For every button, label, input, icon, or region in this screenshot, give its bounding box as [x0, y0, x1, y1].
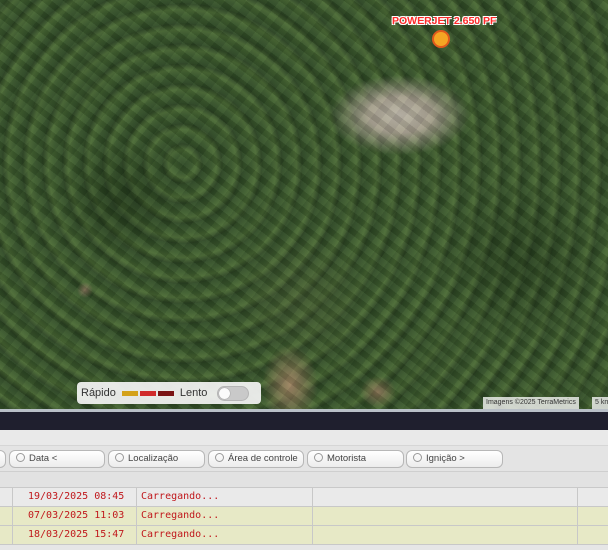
table-row[interactable]: 07/03/2025 11:03 Carregando...	[0, 507, 608, 526]
table-row[interactable]: 18/03/2025 15:47 Carregando...	[0, 526, 608, 545]
table-cell-empty	[578, 488, 608, 507]
filter-icon	[115, 453, 124, 462]
map-attribution[interactable]: Imagens ©2025 TerraMetrics	[483, 397, 579, 409]
table-cell-date: 19/03/2025 08:45	[13, 488, 137, 507]
vehicle-marker-icon[interactable]	[432, 30, 450, 48]
filter-icon	[413, 453, 422, 462]
table-cell-empty	[313, 507, 578, 526]
table-cell-date: 07/03/2025 11:03	[13, 507, 137, 526]
satellite-map[interactable]: POWERJET 2.650 PF Rápido Lento Imagens ©…	[0, 0, 608, 409]
table-cell-location: Carregando...	[137, 507, 313, 526]
table-cell-empty	[0, 507, 13, 526]
filter-motorista-button[interactable]: Motorista	[307, 450, 404, 468]
panel-toolbar-strip	[0, 430, 608, 446]
filter-localizacao-button[interactable]: Localização	[108, 450, 205, 468]
panel-header-bar	[0, 412, 608, 430]
filter-data-label: Data <	[29, 453, 58, 464]
speed-legend: Rápido Lento	[77, 382, 261, 404]
table-cell-location: Carregando...	[137, 526, 313, 545]
filter-localizacao-label: Localização	[128, 453, 179, 464]
filter-bar: Data < Localização Área de controle Moto…	[0, 446, 608, 472]
table-cell-empty	[578, 526, 608, 545]
filter-icon	[314, 453, 323, 462]
map-scale: 5 km	[592, 397, 608, 409]
legend-color-fast	[121, 390, 138, 396]
legend-color-medium	[139, 390, 156, 396]
table-cell-date: 18/03/2025 15:47	[13, 526, 137, 545]
filter-data-button[interactable]: Data <	[9, 450, 105, 468]
legend-color-slow	[157, 390, 174, 396]
table-header-spacer	[0, 472, 608, 488]
filter-motorista-label: Motorista	[327, 453, 367, 464]
filter-area-label: Área de controle	[228, 453, 298, 464]
filter-button-partial[interactable]	[0, 450, 6, 468]
table-cell-empty	[313, 488, 578, 507]
table-cell-location: Carregando...	[137, 488, 313, 507]
legend-slow-label: Lento	[179, 387, 208, 399]
filter-ignicao-label: Ignição >	[426, 453, 465, 464]
filter-area-button[interactable]: Área de controle	[208, 450, 304, 468]
legend-toggle[interactable]	[217, 385, 250, 401]
table-cell-empty	[0, 526, 13, 545]
filter-icon	[16, 453, 25, 462]
table-cell-empty	[313, 526, 578, 545]
table-cell-empty	[578, 507, 608, 526]
filter-icon	[215, 453, 224, 462]
table-row[interactable]: 19/03/2025 08:45 Carregando...	[0, 488, 608, 507]
history-table: 19/03/2025 08:45 Carregando... 07/03/202…	[0, 488, 608, 545]
vehicle-marker-label[interactable]: POWERJET 2.650 PF	[392, 15, 496, 27]
legend-fast-label: Rápido	[81, 387, 116, 399]
filter-ignicao-button[interactable]: Ignição >	[406, 450, 503, 468]
table-cell-empty	[0, 488, 13, 507]
